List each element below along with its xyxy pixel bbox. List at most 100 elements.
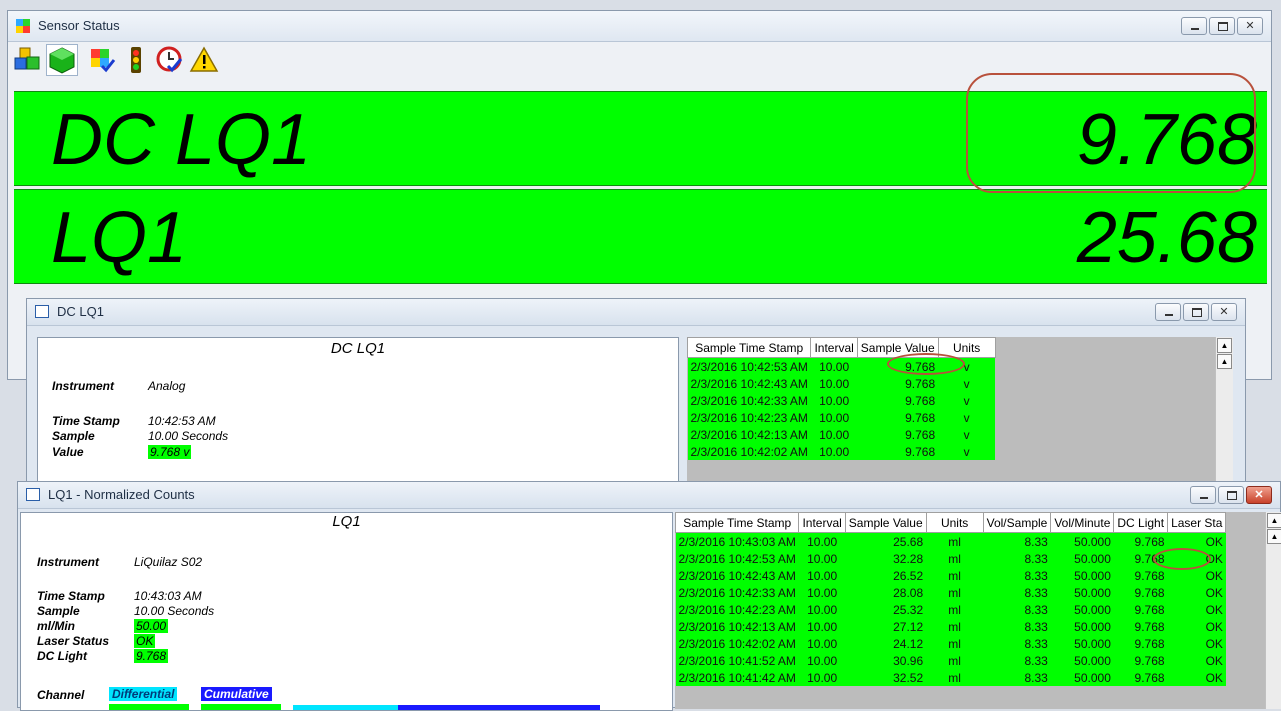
differential-bar [293,705,398,710]
close-icon: ✕ [1219,306,1229,318]
sample-label: Sample [37,604,80,618]
cell-units: v [938,409,996,426]
sensor-row-lq1[interactable]: LQ1 25.68 [14,189,1267,284]
scroll-up-icon[interactable]: ▲ [1267,529,1281,544]
cell-value: 9.768 [857,443,939,460]
table-row[interactable]: 2/3/2016 10:41:52 AM 10.00 30.96 ml 8.33 50.0… [675,652,1226,669]
table-row[interactable]: 2/3/2016 10:42:13 AM 10.00 9.768 v [687,426,996,443]
dc-vertical-scrollbar[interactable]: ▲ ▲ [1215,337,1233,487]
scroll-top-icon[interactable]: ▲ [1217,338,1232,353]
highlight-annotation [887,353,965,375]
cell-laser-status: OK [1167,652,1226,669]
cell-vol-sample: 8.33 [983,669,1051,686]
column-header[interactable]: Interval [810,337,858,358]
ml-min-label: ml/Min [37,619,75,633]
toolbar [12,44,220,76]
cell-vol-minute: 50.000 [1050,669,1114,686]
cell-value: 9.768 [857,392,939,409]
sample-value: 10.00 Seconds [148,429,229,443]
table-row[interactable]: 2/3/2016 10:42:43 AM 10.00 26.52 ml 8.33 50.0… [675,567,1226,584]
table-row[interactable]: 2/3/2016 10:42:02 AM 10.00 24.12 ml 8.33 50.0… [675,635,1226,652]
main-titlebar[interactable]: Sensor Status ✕ [8,11,1271,42]
clock-check-tool-button[interactable] [154,44,186,76]
column-header[interactable]: Vol/Minute [1050,512,1115,533]
close-button[interactable]: ✕ [1246,486,1272,504]
column-header[interactable]: Units [925,512,984,533]
highlight-annotation [1153,548,1211,570]
lq-vertical-scrollbar[interactable]: ▲ ▲ [1265,512,1281,709]
traffic-light-tool-button[interactable] [120,44,152,76]
cell-interval: 10.00 [798,652,846,669]
cell-units: v [938,392,996,409]
cell-value: 26.52 [845,567,927,584]
cell-timestamp: 2/3/2016 10:42:23 AM [687,409,811,426]
cell-units: ml [926,567,984,584]
table-row[interactable]: 2/3/2016 10:42:13 AM 10.00 27.12 ml 8.33 50.0… [675,618,1226,635]
cell-dc-light: 9.768 [1113,652,1168,669]
cell-interval: 10.00 [810,392,858,409]
cell-value: 9.768 [857,409,939,426]
cell-vol-minute: 50.000 [1050,601,1114,618]
table-row[interactable]: 2/3/2016 10:43:03 AM 10.00 25.68 ml 8.33 50.0… [675,532,1226,550]
column-header[interactable]: Interval [798,512,846,533]
minimize-button[interactable] [1155,303,1181,321]
table-row[interactable]: 2/3/2016 10:42:53 AM 10.00 32.28 ml 8.33 50.0… [675,550,1226,567]
value-value: 9.768 v [148,445,192,459]
warning-tool-button[interactable] [188,44,220,76]
lq-titlebar[interactable]: LQ1 - Normalized Counts ✕ [18,482,1280,509]
column-header[interactable]: Sample Time Stamp [675,512,800,533]
column-header[interactable]: Sample Value [844,512,927,533]
cell-dc-light: 9.768 [1113,601,1168,618]
cell-units: ml [926,635,984,652]
green-cube-icon [49,47,75,74]
cell-dc-light: 9.768 [1113,669,1168,686]
cell-vol-sample: 8.33 [983,652,1051,669]
laser-status-value: OK [134,634,156,648]
cell-dc-light: 9.768 [1113,618,1168,635]
dc-panel-title: DC LQ1 [330,340,386,357]
dc-light-value: 9.768 [134,649,169,663]
maximize-button[interactable] [1183,303,1209,321]
cell-value: 25.32 [845,601,927,618]
cubes-tool-button[interactable] [12,44,44,76]
cell-timestamp: 2/3/2016 10:42:02 AM [675,635,799,652]
cell-interval: 10.00 [810,426,858,443]
green-cube-tool-button[interactable] [46,44,78,76]
grid-check-tool-button[interactable] [86,44,118,76]
column-header[interactable]: Vol/Sample [982,512,1052,533]
laser-status-label: Laser Status [37,634,110,648]
table-row[interactable]: 2/3/2016 10:41:42 AM 10.00 32.52 ml 8.33 50.0… [675,669,1226,686]
maximize-button[interactable] [1209,17,1235,35]
cell-units: v [938,426,996,443]
close-icon: ✕ [1245,20,1255,32]
close-button[interactable]: ✕ [1237,17,1263,35]
sensor-name: DC LQ1 [51,100,312,180]
table-row[interactable]: 2/3/2016 10:42:43 AM 10.00 9.768 v [687,375,996,392]
sensor-name: LQ1 [51,198,188,278]
cell-dc-light: 9.768 [1113,635,1168,652]
column-header[interactable]: DC Light [1113,512,1169,533]
cell-value: 27.12 [845,618,927,635]
cell-dc-light: 9.768 [1113,532,1168,550]
table-row[interactable]: 2/3/2016 10:42:33 AM 10.00 9.768 v [687,392,996,409]
dc-window-title: DC LQ1 [57,304,104,319]
maximize-button[interactable] [1218,486,1244,504]
cell-interval: 10.00 [798,550,846,567]
cell-interval: 10.00 [798,601,846,618]
table-row[interactable]: 2/3/2016 10:42:33 AM 10.00 28.08 ml 8.33 50.0… [675,584,1226,601]
minimize-button[interactable] [1181,17,1207,35]
table-row[interactable]: 2/3/2016 10:42:23 AM 10.00 9.768 v [687,409,996,426]
lq-window-title: LQ1 - Normalized Counts [48,487,195,502]
table-row[interactable]: 2/3/2016 10:42:23 AM 10.00 25.32 ml 8.33 50.0… [675,601,1226,618]
scroll-up-icon[interactable]: ▲ [1217,354,1232,369]
cell-timestamp: 2/3/2016 10:42:53 AM [675,550,799,567]
scroll-top-icon[interactable]: ▲ [1267,513,1281,528]
table-row[interactable]: 2/3/2016 10:42:02 AM 10.00 9.768 v [687,443,996,460]
close-button[interactable]: ✕ [1211,303,1237,321]
cell-units: ml [926,618,984,635]
minimize-button[interactable] [1190,486,1216,504]
dc-titlebar[interactable]: DC LQ1 ✕ [27,299,1245,326]
lq-samples-grid[interactable]: Sample Time Stamp Interval Sample Value … [675,512,1265,709]
column-header[interactable]: Laser Sta [1167,512,1227,533]
column-header[interactable]: Sample Time Stamp [687,337,812,358]
